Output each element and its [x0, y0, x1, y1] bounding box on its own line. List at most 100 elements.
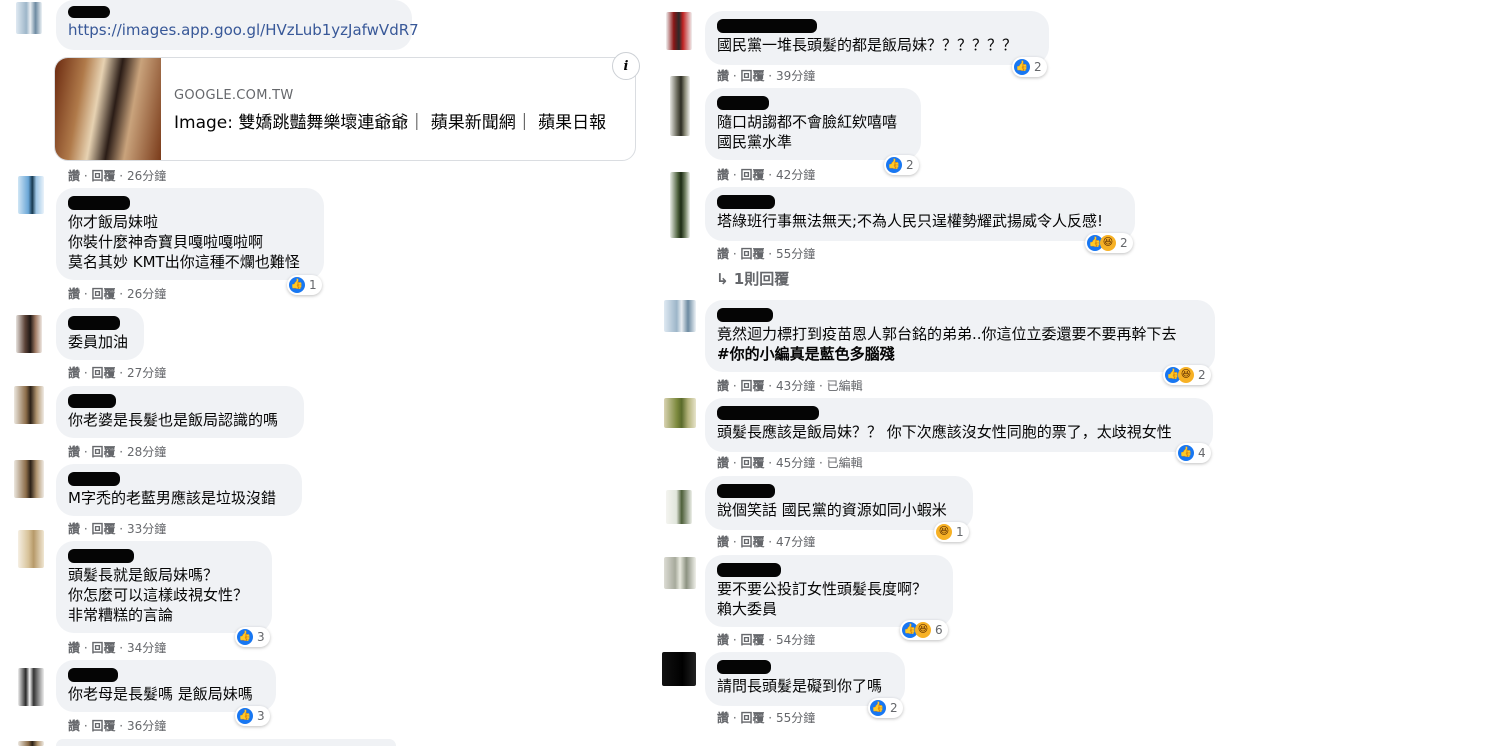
- like-action[interactable]: 讚: [717, 247, 729, 261]
- author-name-redacted[interactable]: [68, 668, 118, 682]
- author-name-redacted[interactable]: [717, 660, 771, 674]
- timestamp[interactable]: 54分鐘: [776, 633, 815, 647]
- timestamp[interactable]: 55分鐘: [776, 247, 815, 261]
- avatar[interactable]: [16, 2, 42, 34]
- avatar[interactable]: [14, 386, 44, 424]
- reply-action[interactable]: 回覆: [740, 633, 764, 647]
- author-name-redacted[interactable]: [717, 195, 775, 209]
- timestamp[interactable]: 27分鐘: [127, 366, 166, 380]
- author-name-redacted[interactable]: [68, 316, 120, 330]
- reaction-summary[interactable]: 👍 2: [868, 698, 903, 718]
- reaction-summary[interactable]: 👍 3: [235, 627, 270, 647]
- author-name-redacted[interactable]: [717, 96, 769, 110]
- reply-action[interactable]: 回覆: [740, 69, 764, 83]
- reply-action[interactable]: 回覆: [740, 247, 764, 261]
- reaction-summary[interactable]: 👍 3: [235, 706, 270, 726]
- like-action[interactable]: 讚: [717, 168, 729, 182]
- avatar[interactable]: [18, 668, 44, 706]
- link-url[interactable]: https://images.app.goo.gl/HVzLub1yzJafwV…: [68, 20, 419, 40]
- avatar[interactable]: [14, 460, 44, 498]
- reply-action[interactable]: 回覆: [91, 445, 115, 459]
- avatar[interactable]: [664, 300, 696, 332]
- timestamp[interactable]: 28分鐘: [127, 445, 166, 459]
- like-action[interactable]: 讚: [717, 379, 729, 393]
- comment-meta: 讚 · 回覆 · 39分鐘: [717, 69, 816, 83]
- like-action[interactable]: 讚: [717, 456, 729, 470]
- like-action[interactable]: 讚: [717, 69, 729, 83]
- info-icon[interactable]: i: [612, 52, 640, 80]
- avatar[interactable]: [16, 315, 42, 353]
- timestamp[interactable]: 39分鐘: [776, 69, 815, 83]
- author-name-redacted[interactable]: [717, 308, 773, 322]
- author-name-redacted[interactable]: [717, 406, 819, 420]
- reply-action[interactable]: 回覆: [91, 522, 115, 536]
- reply-action[interactable]: 回覆: [91, 287, 115, 301]
- reaction-summary[interactable]: 😆 1: [934, 522, 969, 542]
- author-name-redacted[interactable]: [717, 484, 775, 498]
- reply-action[interactable]: 回覆: [91, 169, 115, 183]
- reply-action[interactable]: 回覆: [740, 379, 764, 393]
- timestamp[interactable]: 33分鐘: [127, 522, 166, 536]
- like-action[interactable]: 讚: [68, 445, 80, 459]
- timestamp[interactable]: 42分鐘: [776, 168, 815, 182]
- avatar[interactable]: [664, 557, 696, 589]
- reply-action[interactable]: 回覆: [91, 366, 115, 380]
- avatar[interactable]: [18, 741, 44, 746]
- like-action[interactable]: 讚: [68, 641, 80, 655]
- like-action[interactable]: 讚: [68, 719, 80, 733]
- reaction-summary[interactable]: 👍 1: [287, 275, 322, 295]
- like-action[interactable]: 讚: [717, 711, 729, 725]
- reaction-summary[interactable]: 👍 😆 2: [1085, 233, 1133, 253]
- like-icon: 👍: [1014, 59, 1030, 75]
- comment-text: 非常糟糕的言論: [68, 606, 174, 624]
- author-name-redacted[interactable]: [68, 472, 120, 486]
- reply-action[interactable]: 回覆: [91, 719, 115, 733]
- reaction-summary[interactable]: 👍 2: [884, 155, 919, 175]
- avatar[interactable]: [18, 176, 44, 214]
- like-action[interactable]: 讚: [68, 287, 80, 301]
- avatar[interactable]: [666, 12, 692, 50]
- avatar[interactable]: [666, 490, 692, 524]
- comment-meta: 讚 · 回覆 · 28分鐘: [68, 445, 167, 459]
- reaction-summary[interactable]: 👍 4: [1176, 443, 1211, 463]
- like-action[interactable]: 讚: [717, 535, 729, 549]
- timestamp[interactable]: 26分鐘: [127, 287, 166, 301]
- comment-text: 你怎麼可以這樣歧視女性？: [68, 586, 249, 604]
- reaction-summary[interactable]: 👍 2: [1012, 57, 1047, 77]
- timestamp[interactable]: 43分鐘: [776, 379, 815, 393]
- link-preview-card[interactable]: GOOGLE.COM.TW Image: 雙嬌跳豔舞樂壞連爺爺｜ 蘋果新聞網｜ …: [54, 57, 636, 161]
- author-name-redacted[interactable]: [717, 19, 817, 33]
- reply-action[interactable]: 回覆: [740, 711, 764, 725]
- reaction-summary[interactable]: 👍 😆 2: [1163, 365, 1211, 385]
- avatar[interactable]: [18, 530, 44, 568]
- author-name-redacted[interactable]: [717, 563, 781, 577]
- comment-bubble: 隨口胡謅都不會臉紅欸嘻嘻 國民黨水準: [705, 88, 921, 160]
- timestamp[interactable]: 47分鐘: [776, 535, 815, 549]
- reply-action[interactable]: 回覆: [91, 641, 115, 655]
- reply-action[interactable]: 回覆: [740, 168, 764, 182]
- avatar[interactable]: [670, 172, 690, 238]
- like-action[interactable]: 讚: [717, 633, 729, 647]
- timestamp[interactable]: 34分鐘: [127, 641, 166, 655]
- avatar[interactable]: [662, 652, 696, 686]
- avatar[interactable]: [664, 398, 696, 428]
- avatar[interactable]: [670, 76, 690, 136]
- reply-action[interactable]: 回覆: [740, 535, 764, 549]
- timestamp[interactable]: 26分鐘: [127, 169, 166, 183]
- author-name-redacted[interactable]: [68, 6, 110, 18]
- comment-text: 國民黨一堆長頭髮的都是飯局妹？？？？？？: [717, 36, 1018, 54]
- reaction-summary[interactable]: 👍 😆 6: [900, 620, 948, 640]
- author-name-redacted[interactable]: [68, 196, 130, 210]
- view-replies-link[interactable]: ↳ 1則回覆: [716, 268, 789, 289]
- comment-meta: 讚 · 回覆 · 43分鐘 · 已編輯: [717, 379, 863, 393]
- reply-action[interactable]: 回覆: [740, 456, 764, 470]
- author-name-redacted[interactable]: [68, 549, 134, 563]
- timestamp[interactable]: 55分鐘: [776, 711, 815, 725]
- like-action[interactable]: 讚: [68, 522, 80, 536]
- author-name-redacted[interactable]: [68, 394, 116, 408]
- hashtag[interactable]: #你的小編真是藍色多腦殘: [717, 344, 1203, 364]
- timestamp[interactable]: 36分鐘: [127, 719, 166, 733]
- timestamp[interactable]: 45分鐘: [776, 456, 815, 470]
- like-action[interactable]: 讚: [68, 366, 80, 380]
- like-action[interactable]: 讚: [68, 169, 80, 183]
